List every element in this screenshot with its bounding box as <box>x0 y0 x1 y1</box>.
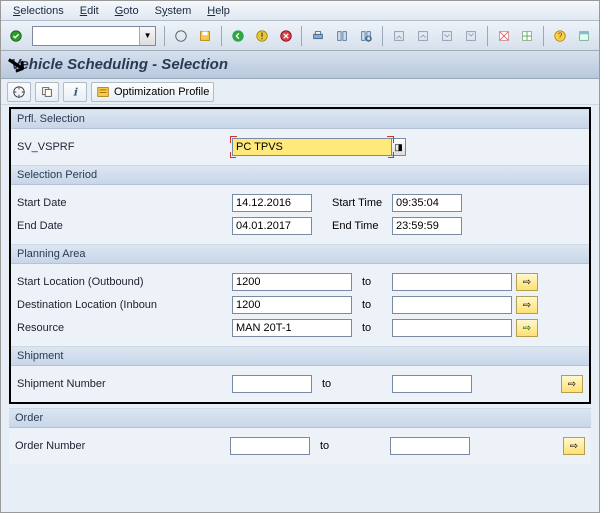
execute-button[interactable] <box>7 82 31 102</box>
to-label: to <box>352 299 392 311</box>
to-label: to <box>310 440 390 452</box>
page-title: Vehicle Scheduling - Selection <box>11 56 228 73</box>
shipment-number-low-input[interactable] <box>232 375 312 393</box>
to-label: to <box>352 276 392 288</box>
resource-low-input[interactable] <box>232 319 352 337</box>
toolbar-separator <box>301 26 302 46</box>
command-field[interactable]: ▼ <box>32 26 156 46</box>
dynamic-selections-button[interactable]: ℹ <box>63 82 87 102</box>
app-toolbar: ℹ Optimization Profile <box>1 79 599 105</box>
start-location-multiselect-button[interactable]: ⇨ <box>516 273 538 291</box>
standard-toolbar: ▼ ? <box>1 21 599 51</box>
destination-location-high-input[interactable] <box>392 296 512 314</box>
order-number-low-input[interactable] <box>230 437 310 455</box>
group-shipment: Shipment Shipment Number to ⇨ <box>11 346 589 402</box>
page-up-icon[interactable] <box>412 25 434 47</box>
exit-icon[interactable] <box>251 25 273 47</box>
menu-system[interactable]: System <box>147 3 200 19</box>
toolbar-separator <box>221 26 222 46</box>
svg-text:?: ? <box>558 31 563 40</box>
new-session-icon[interactable] <box>493 25 515 47</box>
shipment-number-multiselect-button[interactable]: ⇨ <box>561 375 583 393</box>
destination-location-label: Destination Location (Inboun <box>17 299 232 311</box>
help-icon[interactable]: ? <box>549 25 571 47</box>
find-next-icon[interactable] <box>355 25 377 47</box>
group-header-order: Order <box>9 408 591 428</box>
selection-highlight-box: Prfl. Selection SV_VSPRF ◨ Selection Per… <box>9 107 591 404</box>
start-time-input[interactable] <box>392 194 462 212</box>
toolbar-separator <box>487 26 488 46</box>
destination-location-low-input[interactable] <box>232 296 352 314</box>
cancel-icon[interactable] <box>275 25 297 47</box>
layout-icon[interactable] <box>573 25 595 47</box>
menu-selections[interactable]: Selections <box>5 3 72 19</box>
menu-help[interactable]: Help <box>199 3 238 19</box>
end-time-label: End Time <box>312 220 392 232</box>
nav-back-icon[interactable] <box>227 25 249 47</box>
enter-icon[interactable] <box>5 25 27 47</box>
start-date-input[interactable] <box>232 194 312 212</box>
sv-vsprf-input[interactable] <box>232 138 392 156</box>
resource-label: Resource <box>17 322 232 334</box>
group-planning-area: Planning Area Start Location (Outbound) … <box>11 244 589 346</box>
start-location-low-input[interactable] <box>232 273 352 291</box>
page-title-bar: ↘ Vehicle Scheduling - Selection <box>1 51 599 79</box>
group-header-prfl: Prfl. Selection <box>11 109 589 129</box>
command-dropdown-icon[interactable]: ▼ <box>139 27 155 45</box>
group-header-planning: Planning Area <box>11 244 589 264</box>
group-header-shipment: Shipment <box>11 346 589 366</box>
page-first-icon[interactable] <box>388 25 410 47</box>
menu-bar: Selections Edit Goto System Help <box>1 1 599 21</box>
menu-edit[interactable]: Edit <box>72 3 107 19</box>
shipment-number-label: Shipment Number <box>17 378 232 390</box>
save-icon[interactable] <box>194 25 216 47</box>
svg-text:ℹ: ℹ <box>73 86 78 98</box>
toolbar-separator <box>382 26 383 46</box>
optimization-profile-label: Optimization Profile <box>114 86 209 98</box>
order-number-high-input[interactable] <box>390 437 470 455</box>
page-last-icon[interactable] <box>460 25 482 47</box>
page-down-icon[interactable] <box>436 25 458 47</box>
resource-multiselect-button[interactable]: ⇨ <box>516 319 538 337</box>
order-number-label: Order Number <box>15 440 230 452</box>
group-selection-period: Selection Period Start Date Start Time E… <box>11 165 589 244</box>
main-area: Prfl. Selection SV_VSPRF ◨ Selection Per… <box>1 107 599 464</box>
shipment-number-high-input[interactable] <box>392 375 472 393</box>
start-time-label: Start Time <box>312 197 392 209</box>
start-date-label: Start Date <box>17 197 232 209</box>
toolbar-separator <box>543 26 544 46</box>
end-date-label: End Date <box>17 220 232 232</box>
start-location-high-input[interactable] <box>392 273 512 291</box>
end-time-input[interactable] <box>392 217 462 235</box>
group-header-period: Selection Period <box>11 165 589 185</box>
group-order: Order Order Number to ⇨ <box>9 408 591 464</box>
toolbar-separator <box>164 26 165 46</box>
sv-vsprf-label: SV_VSPRF <box>17 141 232 153</box>
resource-high-input[interactable] <box>392 319 512 337</box>
order-number-multiselect-button[interactable]: ⇨ <box>563 437 585 455</box>
to-label: to <box>312 378 392 390</box>
group-prfl-selection: Prfl. Selection SV_VSPRF ◨ <box>11 109 589 165</box>
shortcut-icon[interactable] <box>516 25 538 47</box>
get-variant-button[interactable] <box>35 82 59 102</box>
destination-location-multiselect-button[interactable]: ⇨ <box>516 296 538 314</box>
end-date-input[interactable] <box>232 217 312 235</box>
sv-vsprf-search-help-icon[interactable]: ◨ <box>392 138 406 156</box>
optimization-profile-button[interactable]: Optimization Profile <box>91 82 214 102</box>
menu-goto[interactable]: Goto <box>107 3 147 19</box>
to-label: to <box>352 322 392 334</box>
print-icon[interactable] <box>307 25 329 47</box>
back-icon[interactable] <box>170 25 192 47</box>
start-location-label: Start Location (Outbound) <box>17 276 232 288</box>
find-icon[interactable] <box>331 25 353 47</box>
